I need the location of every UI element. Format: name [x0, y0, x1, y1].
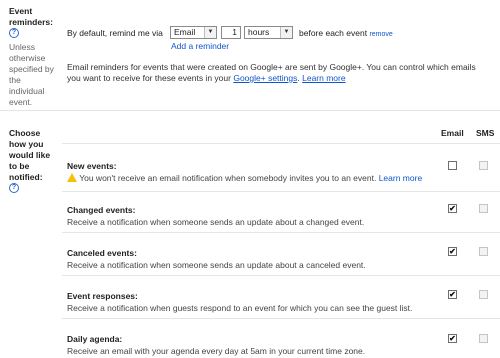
sms-checkbox-daily-agenda[interactable]: [479, 334, 488, 343]
notification-desc: Receive an email with your agenda every …: [67, 346, 366, 356]
notification-title: Changed events:: [67, 205, 136, 215]
notification-desc: Receive a notification when someone send…: [67, 260, 366, 270]
notification-row-changed-events: Changed events: Receive a notification w…: [67, 204, 364, 228]
reminders-note: Unless otherwise specified by the indivi…: [9, 42, 54, 108]
learn-more-link[interactable]: Learn more: [379, 173, 422, 183]
help-icon[interactable]: ?: [9, 183, 19, 193]
notify-label-line: would like: [9, 150, 51, 160]
row-divider: [62, 143, 500, 144]
warning-icon: [67, 173, 77, 182]
note-line: Unless: [9, 42, 35, 52]
email-checkbox-canceled-events[interactable]: ✔: [448, 247, 457, 256]
notification-desc: Receive a notification when guests respo…: [67, 303, 413, 313]
section-divider: [0, 110, 500, 111]
notify-label-line: notified:: [9, 172, 43, 182]
column-sms: SMS: [476, 128, 495, 138]
note-line: event.: [9, 97, 33, 107]
google-plus-note-text: you want to receive for these events in …: [67, 73, 231, 83]
google-plus-note: Email reminders for events that were cre…: [67, 62, 492, 84]
reminder-unit-select[interactable]: hours ▼: [244, 26, 293, 39]
notification-title: Daily agenda:: [67, 334, 123, 344]
note-line: otherwise: [9, 53, 46, 63]
remove-reminder-link[interactable]: remove: [369, 31, 392, 38]
google-plus-note-line2: you want to receive for these events in …: [67, 73, 492, 84]
reminder-suffix: before each event remove: [299, 28, 393, 40]
row-divider: [62, 275, 500, 276]
sms-checkbox-event-responses[interactable]: [479, 290, 488, 299]
event-reminders-label-line2: reminders:: [9, 17, 53, 27]
notification-desc-text: You won't receive an email notification …: [79, 173, 377, 183]
notification-row-new-events: New events: You won't receive an email n…: [67, 160, 422, 184]
notifications-label: Choose how you would like to be notified…: [9, 128, 50, 183]
google-plus-settings-link[interactable]: Google+ settings: [233, 73, 297, 83]
sms-checkbox-canceled-events[interactable]: [479, 247, 488, 256]
sms-checkbox-changed-events[interactable]: [479, 204, 488, 213]
reminder-suffix-text: before each event: [299, 28, 368, 38]
event-reminders-label-line1: Event: [9, 6, 33, 16]
reminder-method-select[interactable]: Email ▼: [170, 26, 217, 39]
chevron-down-icon: ▼: [204, 27, 216, 38]
note-line: the: [9, 75, 21, 85]
chevron-down-icon: ▼: [280, 27, 292, 38]
email-checkbox-changed-events[interactable]: ✔: [448, 204, 457, 213]
column-email: Email: [441, 128, 464, 138]
google-plus-note-line1: Email reminders for events that were cre…: [67, 62, 476, 72]
row-divider: [62, 318, 500, 319]
notify-label-line: Choose: [9, 128, 41, 138]
notification-title: New events:: [67, 161, 117, 171]
notification-row-event-responses: Event responses: Receive a notification …: [67, 290, 412, 314]
event-reminders-label: Event reminders:: [9, 6, 53, 28]
notification-row-canceled-events: Canceled events: Receive a notification …: [67, 247, 366, 271]
notification-desc: Receive a notification when someone send…: [67, 217, 365, 227]
row-divider: [62, 232, 500, 233]
note-line: specified by: [9, 64, 54, 74]
notification-row-daily-agenda: Daily agenda: Receive an email with your…: [67, 333, 365, 357]
add-reminder-link[interactable]: Add a reminder: [171, 41, 229, 52]
reminder-method-value: Email: [174, 27, 196, 37]
notify-label-line: how you: [9, 139, 44, 149]
email-checkbox-daily-agenda[interactable]: ✔: [448, 334, 457, 343]
period: .: [297, 73, 300, 83]
help-icon[interactable]: ?: [9, 28, 19, 38]
reminder-unit-value: hours: [248, 27, 270, 37]
sms-checkbox-new-events[interactable]: [479, 161, 488, 170]
notification-desc: You won't receive an email notification …: [67, 172, 422, 184]
reminder-amount-input[interactable]: 1: [221, 26, 241, 39]
reminder-prefix: By default, remind me via: [67, 28, 163, 38]
email-checkbox-event-responses[interactable]: ✔: [448, 290, 457, 299]
notify-label-line: to be: [9, 161, 30, 171]
learn-more-link[interactable]: Learn more: [302, 73, 345, 83]
notification-title: Canceled events:: [67, 248, 137, 258]
email-checkbox-new-events[interactable]: [448, 161, 457, 170]
row-divider: [62, 191, 500, 192]
notification-title: Event responses:: [67, 291, 138, 301]
note-line: individual: [9, 86, 45, 96]
